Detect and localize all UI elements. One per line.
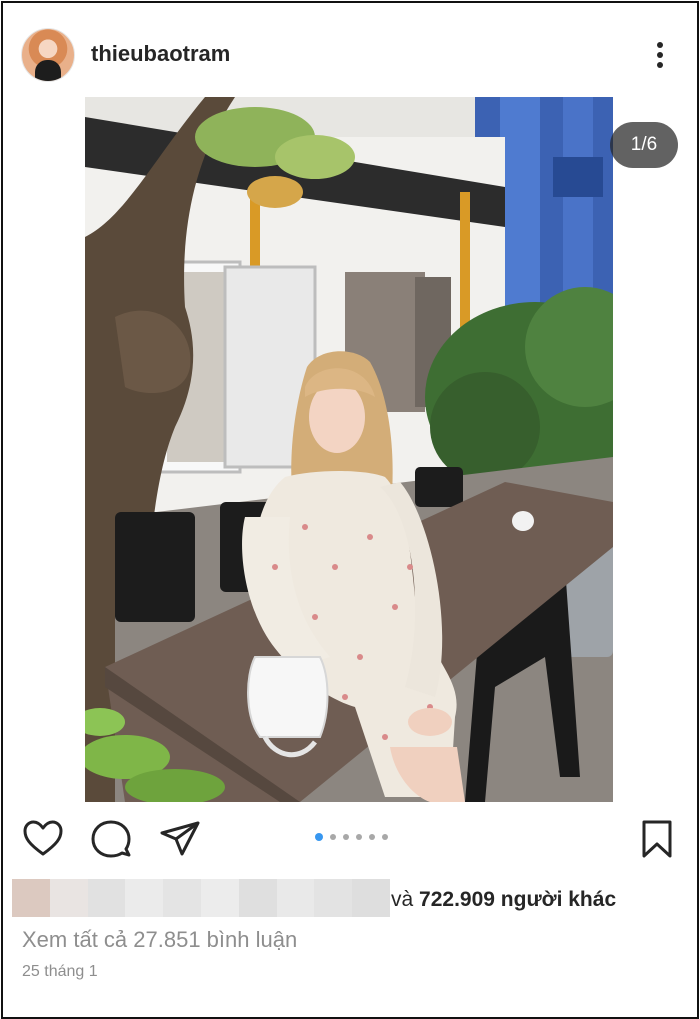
carousel-dot [343,834,349,840]
comment-icon[interactable] [89,817,133,861]
likes-suffix: người khác [500,888,617,911]
post-header: thieubaotram [3,3,697,98]
likes-count[interactable]: và 722.909 người khác [391,888,616,912]
carousel-dot [369,834,375,840]
avatar[interactable] [21,28,75,82]
carousel-counter: 1/6 [610,122,678,168]
carousel-dot [382,834,388,840]
likes-prefix: và [391,888,414,911]
likes-row: và 722.909 người khác [3,877,697,921]
carousel-dot [356,834,362,840]
post-photo[interactable] [85,97,613,802]
likes-number: 722.909 [419,888,495,911]
carousel-dot [330,834,336,840]
post-photo-illustration [85,97,613,802]
action-bar [3,817,697,867]
heart-icon[interactable] [21,817,65,861]
bookmark-icon[interactable] [635,817,679,861]
carousel-dot [315,833,323,841]
blurred-liker-names [12,879,390,917]
view-comments-link[interactable]: Xem tất cả 27.851 bình luận [22,927,297,953]
post-card: thieubaotram 1/6 và 722.909 người khác X… [1,1,699,1019]
send-icon[interactable] [158,817,202,861]
more-vertical-icon[interactable] [648,37,672,73]
username[interactable]: thieubaotram [91,41,230,67]
post-timestamp: 25 tháng 1 [22,963,98,980]
